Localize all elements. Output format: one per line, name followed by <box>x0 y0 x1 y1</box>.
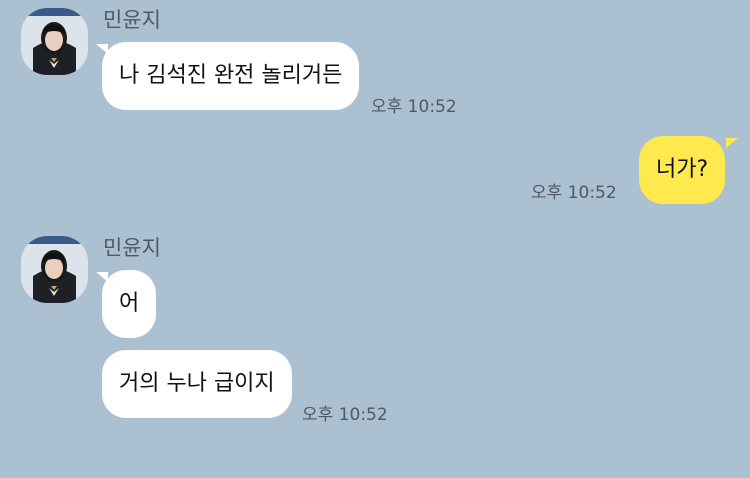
message-time: 오후 10:52 <box>531 183 617 203</box>
message-time: 오후 10:52 <box>302 405 388 425</box>
message-bubble[interactable]: 나 김석진 완전 놀리거든 <box>102 42 360 110</box>
message-time: 오후 10:52 <box>371 97 457 117</box>
bubble-tail <box>726 138 738 148</box>
message-bubble[interactable]: 너가? <box>639 136 726 204</box>
avatar[interactable] <box>21 8 88 75</box>
sender-name: 민윤지 <box>103 8 161 32</box>
message-text: 나 김석진 완전 놀리거든 <box>119 63 343 88</box>
profile-photo-icon <box>21 236 88 303</box>
message-bubble[interactable]: 거의 누나 급이지 <box>102 350 292 418</box>
message-text: 너가? <box>656 157 709 182</box>
message-text: 어 <box>119 291 140 316</box>
message-text: 거의 누나 급이지 <box>119 371 275 396</box>
message-bubble[interactable]: 어 <box>102 270 157 338</box>
avatar[interactable] <box>21 236 88 303</box>
sender-name: 민윤지 <box>103 236 161 260</box>
profile-photo-icon <box>21 8 88 75</box>
